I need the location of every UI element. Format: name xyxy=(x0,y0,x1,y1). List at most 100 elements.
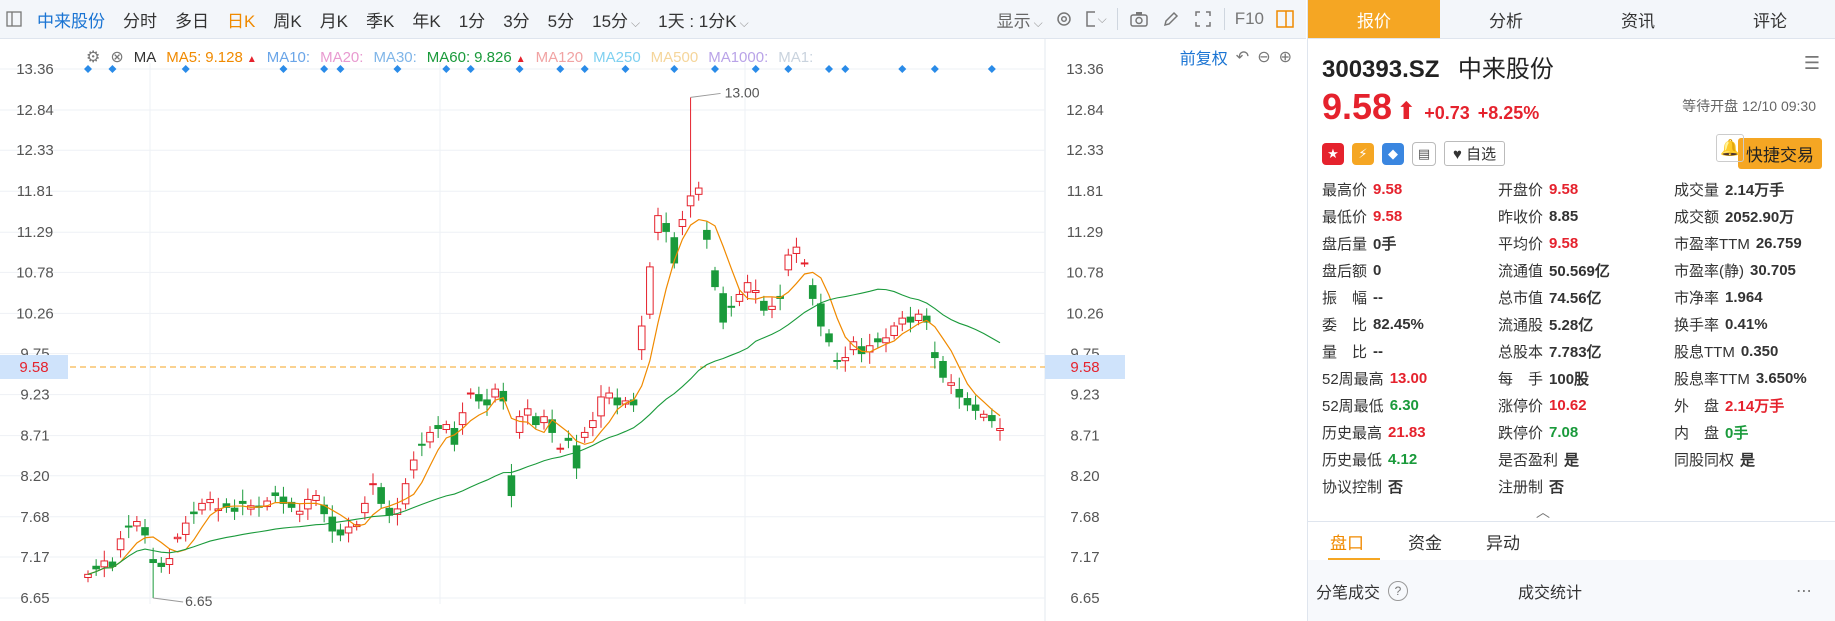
add-watchlist-button[interactable]: ♥ 自选 xyxy=(1444,141,1506,166)
tab-quarterly-k[interactable]: 季K xyxy=(357,7,403,32)
tab-multi-day[interactable]: 多日 xyxy=(166,7,218,32)
collapse-icon[interactable]: ︿ xyxy=(1536,502,1550,522)
tab-analysis[interactable]: 分析 xyxy=(1440,0,1572,38)
ma-name: MA250 xyxy=(593,48,641,66)
ma-legend-item[interactable]: MA500 xyxy=(651,49,699,66)
right-tick-label: 12.33 xyxy=(1066,142,1104,159)
tab-alerts[interactable]: 异动 xyxy=(1464,529,1542,554)
right-tick-label: 8.71 xyxy=(1070,428,1099,445)
ma-legend-item[interactable]: MA20: xyxy=(320,49,363,66)
candle-body xyxy=(336,529,345,536)
f10-button[interactable]: F10 xyxy=(1235,9,1264,29)
stock-name-tab[interactable]: 中来股份 xyxy=(28,7,114,32)
camera-icon[interactable] xyxy=(1128,8,1150,30)
stat-value: 否 xyxy=(1549,478,1565,496)
tab-3min[interactable]: 3分 xyxy=(494,7,538,32)
ma-legend-item[interactable]: MA60: 9.826 ▲ xyxy=(427,49,526,66)
candle-body xyxy=(84,573,92,579)
bookmark-icon[interactable]: ▤ xyxy=(1412,141,1436,166)
tab-weekly-k[interactable]: 周K xyxy=(264,7,310,32)
candle-body xyxy=(947,382,955,386)
tab-5min[interactable]: 5分 xyxy=(539,7,583,32)
stat-cell: 跌停价 7.08 xyxy=(1498,420,1674,444)
adjust-select[interactable]: 前复权 xyxy=(1180,45,1228,69)
candle-body xyxy=(450,427,459,445)
ma-legend-item[interactable]: MA250 xyxy=(593,49,641,66)
tab-1min[interactable]: 1分 xyxy=(450,7,494,32)
tab-15min[interactable]: 15分 ⌵ xyxy=(583,7,649,32)
stat-cell: 历史最低 4.12 xyxy=(1322,447,1498,471)
stat-label: 总股本 xyxy=(1498,343,1544,361)
tab-comments[interactable]: 评论 xyxy=(1704,0,1835,38)
stat-label: 振 幅 xyxy=(1322,289,1368,307)
event-diamond-icon xyxy=(987,65,996,73)
ma-legend-item[interactable]: MA5: 9.128 ▲ xyxy=(166,49,256,66)
candle-body xyxy=(654,215,662,233)
candle-body xyxy=(637,325,646,351)
tab-orderbook[interactable]: 盘口 xyxy=(1308,529,1386,554)
undo-icon[interactable]: ↶ xyxy=(1236,47,1249,67)
tab-news[interactable]: 资讯 xyxy=(1572,0,1704,38)
tab-funds[interactable]: 资金 xyxy=(1386,529,1464,554)
candle-body xyxy=(369,483,377,486)
gear-icon[interactable] xyxy=(1053,8,1075,30)
right-tick-label: 9.23 xyxy=(1070,387,1099,404)
stat-value: 0手 xyxy=(1725,424,1749,442)
left-tick-label: 7.68 xyxy=(20,509,49,526)
candle-body xyxy=(532,416,540,426)
tab-monthly-k[interactable]: 月K xyxy=(311,7,357,32)
stat-label: 最高价 xyxy=(1322,181,1368,199)
ma-legend-item[interactable]: MA30: xyxy=(373,49,416,66)
bell-icon[interactable]: 🔔 xyxy=(1716,134,1744,162)
candle-body xyxy=(133,521,141,527)
stock-actions: ★ ⚡ ◆ ▤ ♥ 自选 快捷交易 xyxy=(1322,138,1822,169)
stat-value: 2.14万手 xyxy=(1725,181,1785,199)
kline-chart[interactable]: 13.36 13.36 12.84 12.84 12.33 12.33 11.81 11.81… xyxy=(0,39,1306,621)
stat-value: 3.650% xyxy=(1755,369,1807,387)
more-icon[interactable]: ⋯ xyxy=(1796,581,1812,601)
candle-body xyxy=(572,445,581,469)
candle-body xyxy=(988,415,996,422)
menu-icon[interactable]: ☰ xyxy=(1804,53,1820,74)
tag-icon[interactable]: ◆ xyxy=(1382,142,1404,165)
display-menu[interactable]: 显示 ⌵ xyxy=(997,7,1043,32)
tab-quote[interactable]: 报价 xyxy=(1308,0,1440,38)
zoom-in-icon[interactable]: ⊕ xyxy=(1279,47,1292,67)
period-select[interactable]: 1天 : 1分K ⌵ xyxy=(649,7,758,32)
stat-cell: 总股本 7.783亿 xyxy=(1498,339,1674,363)
stat-label: 盘后额 xyxy=(1322,262,1368,280)
ma-legend: ⚙ ⊗ MA MA5: 9.128 ▲ MA10: MA20: MA30: MA60: 9.8… xyxy=(86,47,813,67)
candle-body xyxy=(385,507,394,516)
close-icon[interactable]: ⊗ xyxy=(110,47,123,67)
panel-toggle-icon[interactable] xyxy=(1274,8,1296,30)
trade-stats-label: 成交统计 xyxy=(1518,584,1583,602)
ma-legend-item[interactable]: MA120 xyxy=(536,49,584,66)
stat-cell: 最低价 9.58 xyxy=(1322,204,1498,228)
lightning-icon[interactable]: ⚡ xyxy=(1352,142,1374,165)
candle-body xyxy=(377,487,385,504)
ma-legend-item[interactable]: MA10: xyxy=(267,49,310,66)
flag-icon[interactable]: ★ xyxy=(1322,142,1344,165)
gear-icon[interactable]: ⚙ xyxy=(86,47,100,67)
zoom-out-icon[interactable]: ⊖ xyxy=(1257,47,1270,67)
tab-intraday[interactable]: 分时 xyxy=(114,7,166,32)
ma-legend-item[interactable]: MA1: xyxy=(778,49,813,66)
left-tick-label: 11.81 xyxy=(17,183,53,200)
fullscreen-icon[interactable] xyxy=(1192,8,1214,30)
stat-label: 总市值 xyxy=(1498,289,1544,307)
sidebar-toggle-icon[interactable] xyxy=(0,0,28,38)
stat-value: 0.41% xyxy=(1725,315,1768,333)
chevron-down-icon: ⌵ xyxy=(1033,15,1043,30)
help-icon[interactable]: ? xyxy=(1388,580,1409,601)
candle-body xyxy=(100,560,109,568)
ma-legend-item[interactable]: MA1000: xyxy=(708,49,768,66)
quick-trade-button[interactable]: 快捷交易 xyxy=(1738,138,1822,169)
up-triangle-icon: ▲ xyxy=(246,53,257,65)
candle-body xyxy=(589,420,597,429)
candle-body xyxy=(466,392,475,395)
square-select-icon[interactable]: ⌵ xyxy=(1085,8,1107,30)
pencil-icon[interactable] xyxy=(1160,8,1182,30)
stat-label: 每 手 xyxy=(1498,370,1544,388)
tab-yearly-k[interactable]: 年K xyxy=(403,7,449,32)
tab-daily-k[interactable]: 日K xyxy=(218,7,264,32)
